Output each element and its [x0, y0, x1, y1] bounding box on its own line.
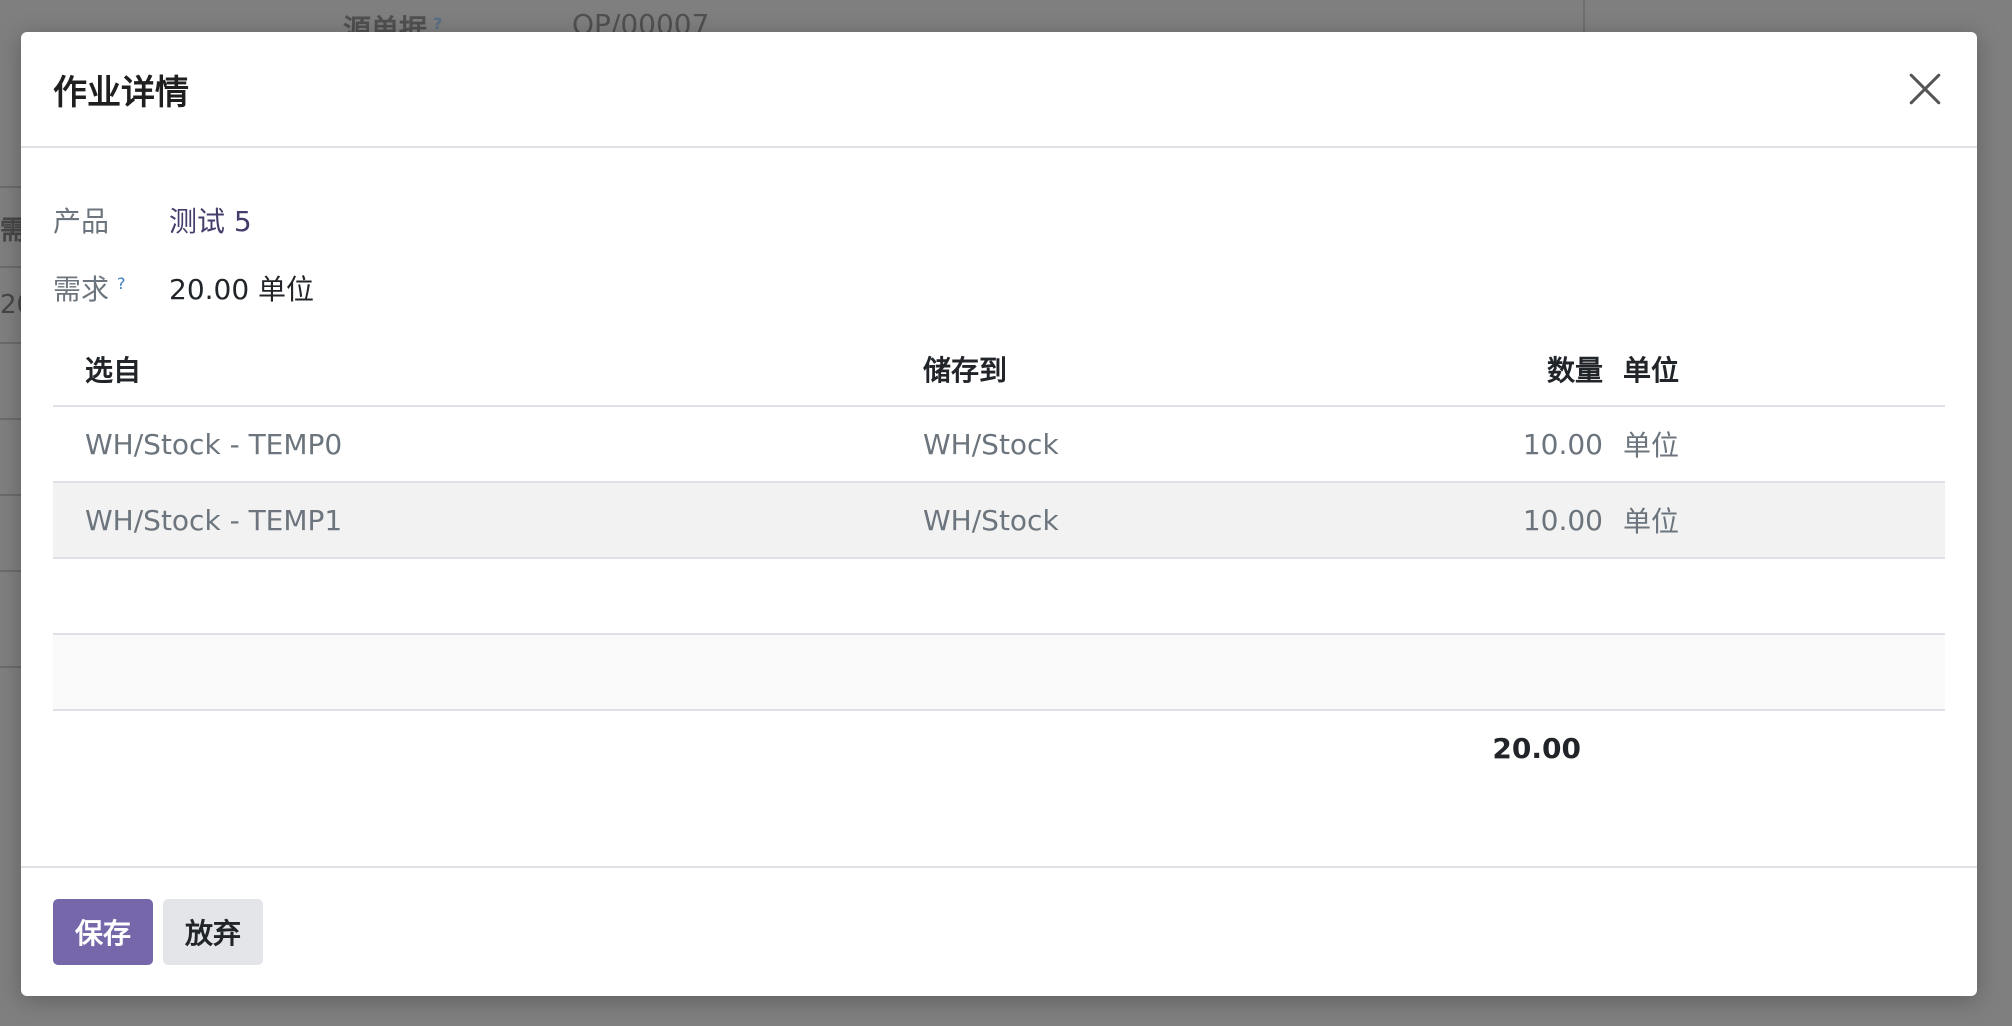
total-spacer [923, 710, 1463, 786]
help-icon[interactable]: ? [117, 274, 126, 293]
empty-row[interactable] [53, 558, 1945, 635]
bg-side-line [0, 418, 21, 420]
table-header-row: 选自 储存到 数量 单位 [53, 332, 1945, 407]
bg-side-line [0, 186, 21, 188]
product-label: 产品 [53, 205, 110, 238]
operation-details-dialog: 作业详情 产品 测试 5 需求? 20.00 单位 选自 储存到 数量 单位 W… [21, 32, 1977, 996]
discard-button[interactable]: 放弃 [163, 899, 264, 965]
bg-divider [1583, 0, 1585, 36]
total-qty: 20.00 [1492, 732, 1581, 765]
total-spacer [1623, 710, 1945, 786]
product-field: 产品 测试 5 [53, 196, 1945, 244]
bg-side-line [0, 266, 21, 268]
cell-unit: 单位 [1623, 406, 1945, 483]
demand-value: 20.00 单位 [169, 273, 315, 306]
cell-unit: 单位 [1623, 482, 1945, 559]
cell-qty[interactable]: 10.00 [1463, 406, 1623, 483]
demand-field: 需求? 20.00 单位 [53, 264, 1945, 312]
cell-to[interactable]: WH/Stock [923, 406, 1463, 483]
header-to[interactable]: 储存到 [923, 332, 1463, 407]
header-unit[interactable]: 单位 [1623, 332, 1945, 407]
total-row: 20.00 [53, 710, 1945, 786]
close-icon[interactable] [1905, 69, 1945, 109]
cell-from[interactable]: WH/Stock - TEMP1 [53, 482, 923, 559]
header-from[interactable]: 选自 [53, 332, 923, 407]
header-qty[interactable]: 数量 [1463, 332, 1623, 407]
total-spacer [53, 710, 923, 786]
bg-side-line [0, 342, 21, 344]
table-row[interactable]: WH/Stock - TEMP1 WH/Stock 10.00 单位 [53, 482, 1945, 559]
dialog-footer: 保存 放弃 [21, 866, 1977, 996]
dialog-body: 产品 测试 5 需求? 20.00 单位 选自 储存到 数量 单位 WH/Sto… [21, 148, 1977, 864]
empty-cell [53, 558, 1945, 635]
bg-side-line [0, 494, 21, 496]
cell-qty[interactable]: 10.00 [1463, 482, 1623, 559]
bg-side-line [0, 570, 21, 572]
dialog-header: 作业详情 [21, 32, 1977, 148]
demand-label: 需求? [53, 268, 169, 308]
product-value[interactable]: 测试 5 [169, 200, 252, 240]
demand-label-text: 需求 [53, 273, 110, 306]
bg-side-line [0, 666, 21, 668]
dialog-title: 作业详情 [53, 72, 189, 113]
save-button[interactable]: 保存 [53, 899, 154, 965]
cell-to[interactable]: WH/Stock [923, 482, 1463, 559]
empty-row[interactable] [53, 634, 1945, 711]
move-lines-table: 选自 储存到 数量 单位 WH/Stock - TEMP0 WH/Stock 1… [53, 332, 1945, 786]
table-row[interactable]: WH/Stock - TEMP0 WH/Stock 10.00 单位 [53, 406, 1945, 483]
bg-help-icon: ? [433, 13, 443, 33]
cell-from[interactable]: WH/Stock - TEMP0 [53, 406, 923, 483]
empty-cell [53, 634, 1945, 711]
